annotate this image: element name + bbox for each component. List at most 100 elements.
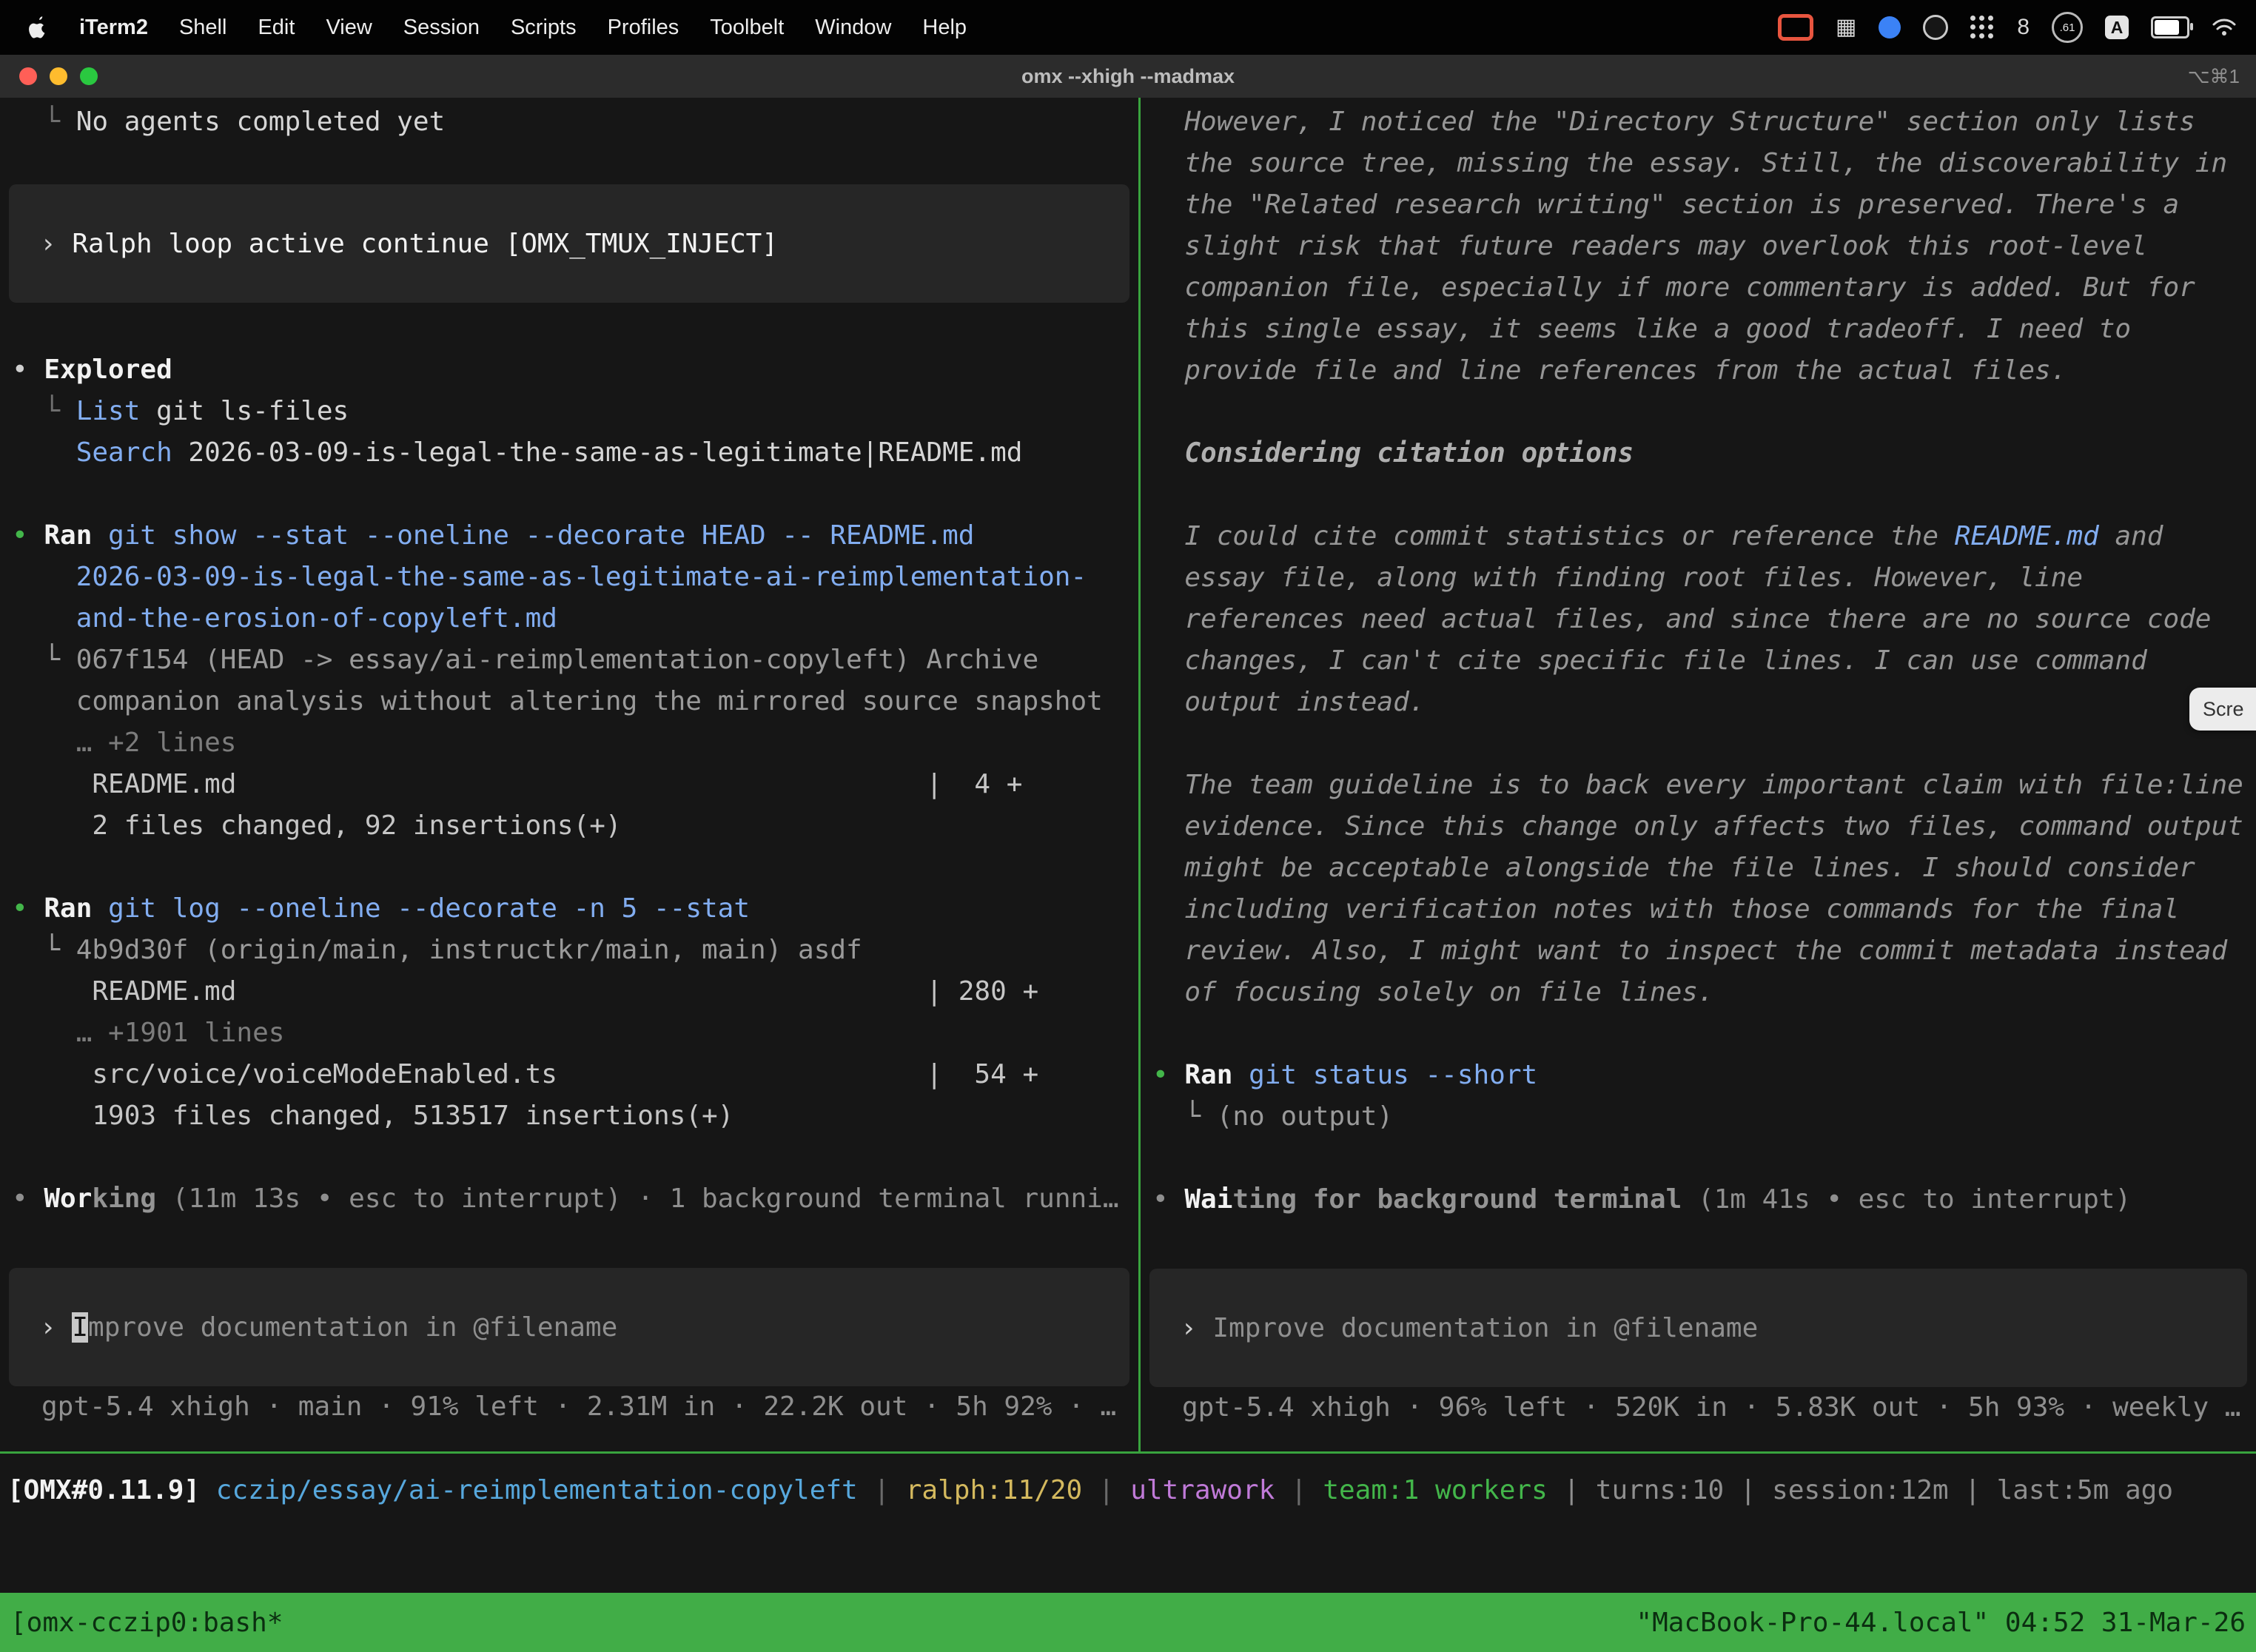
waiting-shimmer-bright: Wai: [1184, 1184, 1232, 1215]
bullet-icon: •: [1152, 1184, 1184, 1215]
thinking-line: the source tree, missing the essay. Stil…: [1141, 143, 2256, 184]
menu-profiles[interactable]: Profiles: [608, 16, 679, 40]
window-title: omx --xhigh --madmax: [0, 65, 2256, 88]
menu-help[interactable]: Help: [922, 16, 967, 40]
command-arg-line: 2026-03-09-is-legal-the-same-as-legitima…: [0, 557, 1138, 598]
apple-logo-icon[interactable]: [28, 16, 48, 39]
input-source-icon[interactable]: A: [2105, 16, 2129, 39]
prompt-input-right[interactable]: › Improve documentation in @filename: [1149, 1269, 2247, 1387]
git-show-more-lines: … +2 lines: [0, 722, 1138, 764]
git-status-output: └ (no output): [1141, 1096, 2256, 1138]
tmux-host-clock: "MacBook-Pro-44.local" 04:52 31-Mar-26: [1636, 1608, 2246, 1638]
thinking-text: I could cite commit statistics or refere…: [1152, 521, 1955, 551]
git-log-command: git log --oneline --decorate -n 5 --stat: [92, 893, 750, 924]
tool-verb-list: List: [76, 396, 141, 426]
thinking-line-with-link: I could cite commit statistics or refere…: [1141, 516, 2256, 557]
git-show-args: 2026-03-09-is-legal-the-same-as-legitima…: [0, 557, 1138, 639]
menu-toolbelt[interactable]: Toolbelt: [710, 16, 784, 40]
left-terminal-pane[interactable]: └ No agents completed yet › Ralph loop a…: [0, 98, 1138, 1451]
pane-divider[interactable]: [1138, 98, 1141, 1451]
grid-menu-icon[interactable]: [1970, 16, 1995, 40]
blue-app-icon[interactable]: [1879, 16, 1901, 38]
thinking-line: references need actual files, and since …: [1141, 599, 2256, 640]
prompt-input-left[interactable]: › Improve documentation in @filename: [9, 1268, 1129, 1386]
screen-recording-indicator-icon[interactable]: [1778, 14, 1813, 41]
wifi-icon[interactable]: [2212, 18, 2237, 37]
thinking-line: review. Also, I might want to inspect th…: [1141, 930, 2256, 972]
git-status-command: git status --short: [1232, 1060, 1537, 1090]
ran-git-show-line: • Ran git show --stat --oneline --decora…: [0, 515, 1138, 557]
menubar-status-icons: ▦ 8 .61 A: [1778, 12, 2256, 43]
working-detail: (11m 13s • esc to interrupt) · 1 backgro…: [156, 1183, 1118, 1214]
window-title-bar[interactable]: omx --xhigh --madmax ⌥⌘1: [0, 55, 2256, 99]
ralph-banner-text: Ralph loop active continue [OMX_TMUX_INJ…: [72, 229, 778, 259]
screen-sharing-overlay-button[interactable]: Scre: [2189, 688, 2256, 731]
thinking-heading-line: Considering citation options: [1141, 433, 2256, 474]
battery-icon[interactable]: [2151, 16, 2189, 38]
bullet-icon: •: [12, 893, 44, 924]
bullet-icon: •: [1152, 1060, 1184, 1090]
bullet-icon: •: [12, 355, 44, 385]
dark-app-icon[interactable]: [1923, 15, 1948, 40]
thinking-line: this single essay, it seems like a good …: [1141, 309, 2256, 350]
menu-shell[interactable]: Shell: [179, 16, 227, 40]
command-arg-line: and-the-erosion-of-copyleft.md: [0, 598, 1138, 639]
diffstat-line: README.md | 280 +: [0, 971, 1138, 1013]
ultrawork-badge: ultrawork: [1130, 1475, 1275, 1505]
bullet-icon: •: [12, 1183, 44, 1214]
battery-percent-icon[interactable]: .61: [2052, 12, 2083, 43]
ran-git-status-line: • Ran git status --short: [1141, 1055, 2256, 1096]
tmux-session-name[interactable]: [omx-cczip0:bash*: [10, 1608, 283, 1638]
thinking-paragraph-1: However, I noticed the "Directory Struct…: [1141, 101, 2256, 392]
git-log-stats: src/voice/voiceModeEnabled.ts | 54 + 190…: [0, 1054, 1138, 1137]
commit-message-line: └ 4b9d30f (origin/main, instructkr/main,…: [0, 930, 1138, 971]
thinking-line: of focusing solely on file lines.: [1141, 972, 2256, 1013]
menu-window[interactable]: Window: [815, 16, 891, 40]
iterm-window: omx --xhigh --madmax ⌥⌘1 └ No agents com…: [0, 55, 2256, 1652]
thinking-line: provide file and line references from th…: [1141, 350, 2256, 392]
menu-edit[interactable]: Edit: [258, 16, 295, 40]
git-show-stats: README.md | 4 + 2 files changed, 92 inse…: [0, 764, 1138, 847]
diffstat-line: 2 files changed, 92 insertions(+): [0, 805, 1138, 847]
tool-arg: git ls-files: [140, 396, 349, 426]
thinking-text: and: [2099, 521, 2163, 551]
explored-list-line: └ List git ls-files: [0, 391, 1138, 432]
git-log-more-lines: … +1901 lines: [0, 1013, 1138, 1054]
prompt-text: mprove documentation in @filename: [88, 1312, 617, 1343]
agents-note-line: └ No agents completed yet: [0, 101, 1138, 143]
menu-session[interactable]: Session: [403, 16, 480, 40]
chevron-icon: ›: [40, 229, 72, 259]
explored-title: Explored: [44, 355, 172, 385]
menu-view[interactable]: View: [326, 16, 372, 40]
thinking-line: might be acceptable alongside the file l…: [1141, 847, 2256, 889]
terminal-area: └ No agents completed yet › Ralph loop a…: [0, 98, 2256, 1652]
working-status-line: • Working (11m 13s • esc to interrupt) ·…: [0, 1178, 1138, 1220]
right-terminal-pane[interactable]: However, I noticed the "Directory Struct…: [1141, 98, 2256, 1451]
session-meta: | turns:10 | session:12m | last:5m ago: [1548, 1475, 2173, 1505]
waiting-status-line: • Waiting for background terminal (1m 41…: [1141, 1179, 2256, 1220]
git-log-commit-output: └ 4b9d30f (origin/main, instructkr/main,…: [0, 930, 1138, 971]
waiting-detail: (1m 41s • esc to interrupt): [1682, 1184, 2131, 1215]
keyboard-icon[interactable]: ▦: [1836, 16, 1856, 38]
explored-header: • Explored: [0, 349, 1138, 391]
thinking-paragraph-3: The team guideline is to back every impo…: [1141, 765, 2256, 1013]
explored-search-line: Search 2026-03-09-is-legal-the-same-as-l…: [0, 432, 1138, 474]
tree-glyph: └: [12, 396, 76, 426]
ran-verb: Ran: [44, 893, 92, 924]
readme-file-link[interactable]: README.md: [1955, 521, 2099, 551]
eight-glyph-icon[interactable]: 8: [2017, 16, 2030, 38]
text-cursor: I: [72, 1312, 88, 1343]
thinking-line: including verification notes with those …: [1141, 889, 2256, 930]
omx-branch: cczip/essay/ai-reimplementation-copyleft: [216, 1475, 858, 1505]
ran-verb: Ran: [1184, 1060, 1232, 1090]
model-status-right: gpt-5.4 xhigh · 96% left · 520K in · 5.8…: [1141, 1387, 2256, 1428]
separator: |: [1082, 1475, 1130, 1505]
thinking-line: slight risk that future readers may over…: [1141, 226, 2256, 267]
menu-scripts[interactable]: Scripts: [511, 16, 577, 40]
commit-message-line: companion analysis without altering the …: [0, 681, 1138, 722]
omx-session-status: [OMX#0.11.9] cczip/essay/ai-reimplementa…: [7, 1470, 2173, 1511]
thinking-heading: Considering citation options: [1152, 438, 1634, 469]
thinking-line: However, I noticed the "Directory Struct…: [1141, 101, 2256, 143]
menu-app-name[interactable]: iTerm2: [79, 16, 148, 40]
working-shimmer-bright: Wor: [44, 1183, 92, 1214]
